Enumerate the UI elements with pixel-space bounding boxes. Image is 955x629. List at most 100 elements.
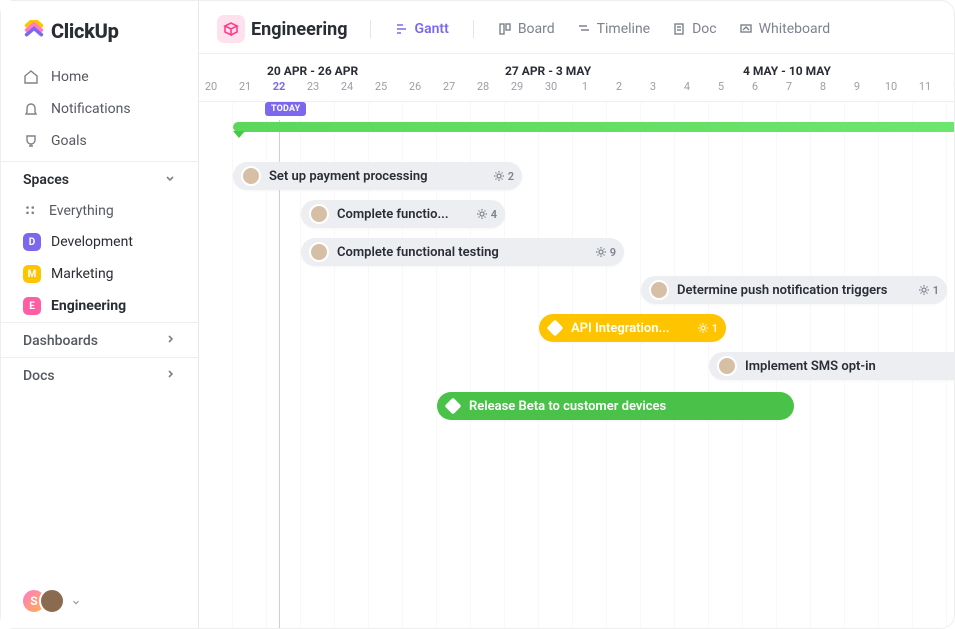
sidebar: ClickUp Home Notifications Goals Spaces … [1, 1, 199, 628]
gantt-icon [395, 22, 409, 36]
space-badge: D [23, 233, 41, 251]
sidebar-footer: S [1, 574, 198, 628]
board-icon [498, 22, 512, 36]
gantt-task[interactable]: Determine push notification triggers 1 [641, 276, 947, 304]
doc-icon [672, 22, 686, 36]
logo-text: ClickUp [51, 19, 119, 43]
day-label: 3 [641, 80, 665, 93]
nav-label: Goals [51, 133, 87, 149]
tab-board[interactable]: Board [490, 17, 563, 41]
subtask-count: 4 [476, 208, 497, 221]
week-label: 27 APR - 3 MAY [505, 64, 591, 78]
week-label: 20 APR - 26 APR [267, 64, 358, 78]
assignee-avatar [649, 280, 669, 300]
day-label: 27 [437, 80, 461, 93]
nav-goals[interactable]: Goals [1, 125, 198, 157]
day-headers: 2021222324252627282930123456789101112 [199, 80, 954, 102]
assignee-avatar [309, 242, 329, 262]
nav-label: Notifications [51, 101, 131, 117]
avatar-stack[interactable]: S [21, 588, 65, 614]
subtask-count: 1 [697, 322, 718, 335]
logo-icon [23, 20, 45, 42]
subtask-count: 1 [918, 284, 939, 297]
tab-timeline[interactable]: Timeline [569, 17, 658, 41]
gantt-task[interactable]: Complete functional testing 9 [301, 238, 624, 266]
assignee-avatar [309, 204, 329, 224]
week-label: 4 MAY - 10 MAY [743, 64, 831, 78]
topbar: Engineering Gantt Board Timeline Doc Whi… [199, 1, 954, 54]
assignee-avatar [241, 166, 261, 186]
home-icon [23, 69, 39, 85]
timeline-icon [577, 22, 591, 36]
today-line [279, 120, 280, 628]
day-label: 24 [335, 80, 359, 93]
space-title: Engineering [251, 19, 348, 40]
sidebar-item-everything[interactable]: Everything [1, 196, 198, 226]
task-title: Release Beta to customer devices [469, 399, 666, 414]
space-badge: M [23, 265, 41, 283]
day-label: 11 [913, 80, 937, 93]
day-label: 4 [675, 80, 699, 93]
task-title: Set up payment processing [269, 169, 427, 184]
gantt-task[interactable]: Complete functio... 4 [301, 200, 505, 228]
nav-notifications[interactable]: Notifications [1, 93, 198, 125]
logo[interactable]: ClickUp [1, 1, 198, 53]
day-label: 10 [879, 80, 903, 93]
tab-gantt[interactable]: Gantt [387, 17, 457, 41]
tab-doc[interactable]: Doc [664, 17, 725, 41]
milestone-icon [547, 320, 564, 337]
chart-canvas: TODAY Set up payment processing 2 Complete… [199, 102, 954, 628]
assignee-avatar [717, 356, 737, 376]
chevron-down-icon[interactable] [71, 592, 81, 611]
subtask-count: 9 [595, 246, 616, 259]
space-chip-icon[interactable] [217, 15, 245, 43]
summary-bar[interactable] [233, 122, 954, 132]
gantt-task[interactable]: API Integration... 1 [539, 314, 726, 342]
day-label: 21 [233, 80, 257, 93]
day-label: 7 [777, 80, 801, 93]
chevron-down-icon [164, 172, 176, 188]
day-label: 23 [301, 80, 325, 93]
day-label: 12 [947, 80, 954, 93]
gantt-chart[interactable]: 20 APR - 26 APR 27 APR - 3 MAY 4 MAY - 10 … [199, 54, 954, 628]
milestone-icon [445, 398, 462, 415]
whiteboard-icon [739, 22, 753, 36]
day-label: 28 [471, 80, 495, 93]
day-label: 5 [709, 80, 733, 93]
task-title: Complete functional testing [337, 245, 499, 260]
task-title: Implement SMS opt-in [745, 359, 876, 374]
subtask-count: 2 [493, 170, 514, 183]
chevron-right-icon [164, 368, 176, 384]
day-label: 8 [811, 80, 835, 93]
day-label: 2 [607, 80, 631, 93]
avatar [39, 588, 65, 614]
day-label: 25 [369, 80, 393, 93]
task-title: Determine push notification triggers [677, 283, 887, 298]
trophy-icon [23, 133, 39, 149]
day-label: 9 [845, 80, 869, 93]
day-label: 22 [267, 80, 291, 93]
sidebar-item-development[interactable]: D Development [1, 226, 198, 258]
task-title: API Integration... [571, 321, 670, 336]
tab-whiteboard[interactable]: Whiteboard [731, 17, 839, 41]
today-badge: TODAY [265, 102, 306, 116]
dashboards-heading[interactable]: Dashboards [1, 322, 198, 357]
day-label: 26 [403, 80, 427, 93]
spaces-heading[interactable]: Spaces [1, 161, 198, 196]
docs-heading[interactable]: Docs [1, 357, 198, 392]
day-label: 29 [505, 80, 529, 93]
sidebar-item-marketing[interactable]: M Marketing [1, 258, 198, 290]
day-label: 30 [539, 80, 563, 93]
day-label: 1 [573, 80, 597, 93]
chevron-right-icon [164, 333, 176, 349]
week-headers: 20 APR - 26 APR 27 APR - 3 MAY 4 MAY - 10 … [199, 54, 954, 80]
bell-icon [23, 101, 39, 117]
primary-nav: Home Notifications Goals [1, 53, 198, 161]
gantt-task[interactable]: Set up payment processing 2 [233, 162, 522, 190]
nav-home[interactable]: Home [1, 61, 198, 93]
day-label: 20 [199, 80, 223, 93]
gantt-task[interactable]: Implement SMS opt-in [709, 352, 954, 380]
task-title: Complete functio... [337, 207, 449, 222]
sidebar-item-engineering[interactable]: E Engineering [1, 290, 198, 322]
gantt-task[interactable]: Release Beta to customer devices [437, 392, 794, 420]
